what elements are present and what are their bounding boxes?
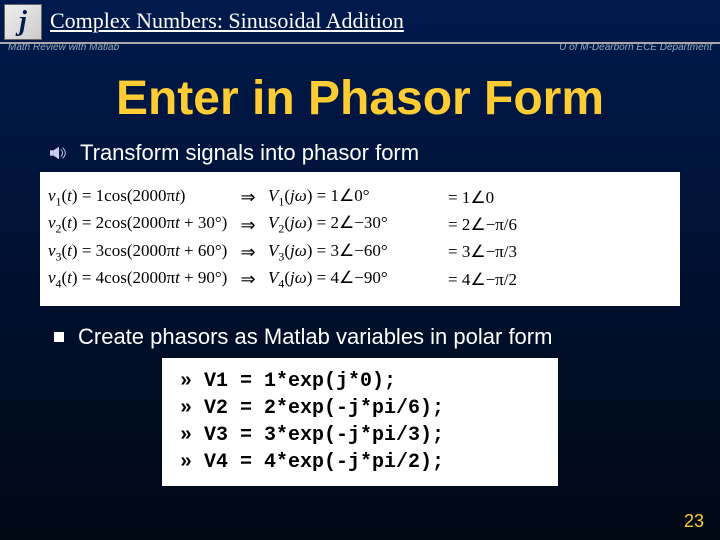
math-row: v3(t) = 3cos(2000πt + 60°) ⇒ V3(jω) = 3∠…: [48, 241, 672, 264]
math-mid: V1(jω) = 1∠0°: [268, 186, 448, 209]
math-lhs: v2(t) = 2cos(2000πt + 30°): [48, 213, 228, 236]
math-mid: V3(jω) = 3∠−60°: [268, 241, 448, 264]
page-number: 23: [684, 511, 704, 532]
subtitle-right: U of M-Dearborn ECE Department: [559, 42, 712, 53]
subheader: Math Review with Matlab U of M-Dearborn …: [0, 42, 720, 53]
math-lhs: v3(t) = 3cos(2000πt + 60°): [48, 241, 228, 264]
math-rhs: = 1∠0: [448, 188, 672, 208]
j-icon-letter: j: [19, 6, 27, 38]
math-row: v2(t) = 2cos(2000πt + 30°) ⇒ V2(jω) = 2∠…: [48, 213, 672, 236]
math-row: v4(t) = 4cos(2000πt + 90°) ⇒ V4(jω) = 4∠…: [48, 268, 672, 291]
page-title: Enter in Phasor Form: [0, 71, 720, 126]
implies-icon: ⇒: [228, 215, 268, 236]
implies-icon: ⇒: [228, 242, 268, 263]
speaker-icon: [50, 145, 68, 161]
code-line: » V2 = 2*exp(-j*pi/6);: [180, 395, 540, 422]
math-equations: v1(t) = 1cos(2000πt) ⇒ V1(jω) = 1∠0° = 1…: [40, 172, 680, 306]
bullet-1: Transform signals into phasor form: [50, 140, 720, 166]
math-lhs: v1(t) = 1cos(2000πt): [48, 186, 228, 209]
bullet-2: Create phasors as Matlab variables in po…: [50, 324, 720, 350]
j-icon: j: [4, 4, 42, 40]
math-row: v1(t) = 1cos(2000πt) ⇒ V1(jω) = 1∠0° = 1…: [48, 186, 672, 209]
subtitle-left: Math Review with Matlab: [8, 42, 119, 53]
bullet-1-text: Transform signals into phasor form: [80, 140, 419, 166]
implies-icon: ⇒: [228, 269, 268, 290]
header-bar: j Complex Numbers: Sinusoidal Addition: [0, 0, 720, 40]
math-rhs: = 4∠−π/2: [448, 270, 672, 290]
code-block: » V1 = 1*exp(j*0); » V2 = 2*exp(-j*pi/6)…: [162, 358, 558, 486]
bullet-2-text: Create phasors as Matlab variables in po…: [78, 324, 552, 350]
math-lhs: v4(t) = 4cos(2000πt + 90°): [48, 268, 228, 291]
square-bullet-icon: [54, 332, 64, 342]
code-line: » V4 = 4*exp(-j*pi/2);: [180, 449, 540, 476]
implies-icon: ⇒: [228, 187, 268, 208]
code-line: » V3 = 3*exp(-j*pi/3);: [180, 422, 540, 449]
math-mid: V4(jω) = 4∠−90°: [268, 268, 448, 291]
math-mid: V2(jω) = 2∠−30°: [268, 213, 448, 236]
code-line: » V1 = 1*exp(j*0);: [180, 368, 540, 395]
breadcrumb: Complex Numbers: Sinusoidal Addition: [50, 4, 404, 34]
math-rhs: = 2∠−π/6: [448, 215, 672, 235]
math-rhs: = 3∠−π/3: [448, 242, 672, 262]
